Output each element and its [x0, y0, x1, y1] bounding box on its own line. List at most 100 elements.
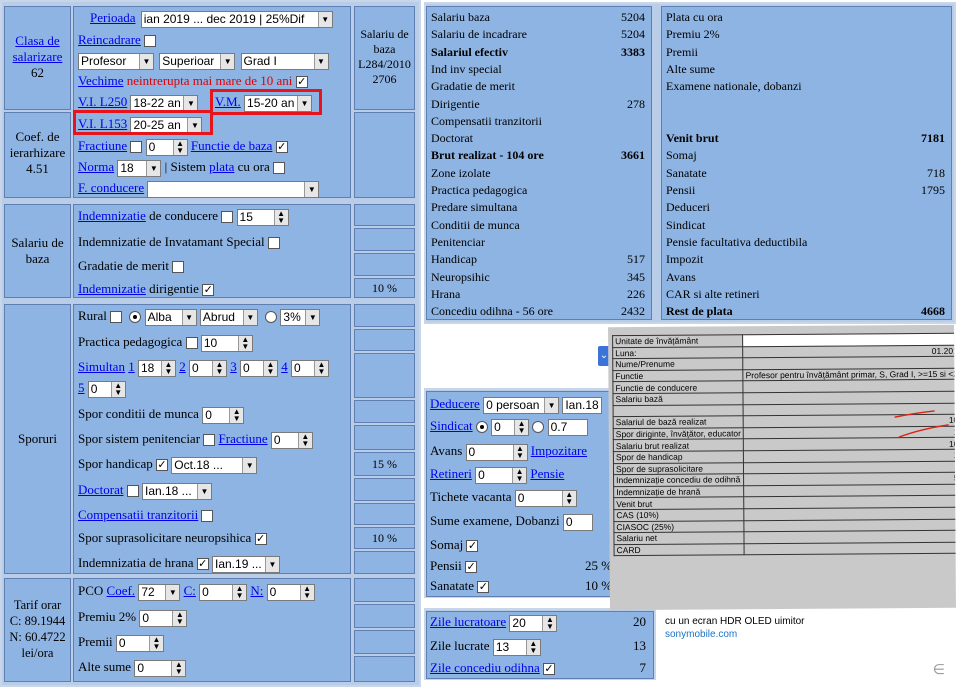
- sindicat-input[interactable]: 0 ▲ ▼: [491, 418, 530, 436]
- fractiune-input[interactable]: 0 ▲ ▼: [145, 138, 188, 156]
- spinner-icon[interactable]: ▲ ▼: [512, 467, 527, 483]
- spinner-icon[interactable]: ▲ ▼: [512, 444, 527, 460]
- spor-pen-fractiune-link[interactable]: Fractiune: [219, 431, 268, 446]
- ind-hrana-select[interactable]: Ian.19 ... ▼: [212, 555, 280, 573]
- spinner-icon[interactable]: ▲ ▼: [172, 139, 187, 155]
- localitate-select[interactable]: Abrud ▼: [199, 308, 258, 326]
- fractiune-checkbox[interactable]: [130, 141, 143, 154]
- ind-dirigentie-checkbox[interactable]: ✓: [202, 284, 215, 297]
- ind-hrana-checkbox[interactable]: ✓: [196, 558, 209, 571]
- simultan-4-input[interactable]: 0 ▲ ▼: [290, 359, 329, 377]
- procent-radio[interactable]: [265, 311, 278, 324]
- reincadrare-checkbox[interactable]: [144, 35, 157, 48]
- gradatie-checkbox[interactable]: [172, 261, 185, 274]
- spor-neuro-checkbox[interactable]: ✓: [254, 533, 267, 546]
- plata-link[interactable]: plata: [209, 159, 234, 174]
- procent-select[interactable]: 3% ▼: [280, 308, 321, 326]
- norma-link[interactable]: Norma: [78, 159, 114, 174]
- sindicat-link[interactable]: Sindicat: [430, 418, 473, 433]
- compensatii-link[interactable]: Compensatii tranzitorii: [78, 507, 198, 522]
- spinner-icon[interactable]: ▲ ▼: [172, 610, 187, 626]
- n-link[interactable]: N:: [250, 583, 263, 598]
- reincadrare-link[interactable]: Reincadrare: [78, 32, 141, 47]
- spinner-icon[interactable]: ▲ ▼: [273, 209, 288, 225]
- spinner-icon[interactable]: ▲ ▼: [542, 615, 557, 631]
- spinner-icon[interactable]: ▲ ▼: [237, 335, 252, 351]
- nivel-select[interactable]: Superioar ▼: [159, 52, 236, 70]
- norma-select[interactable]: 18 ▼: [117, 159, 162, 177]
- spor-handicap-checkbox[interactable]: ✓: [155, 459, 168, 472]
- spinner-icon[interactable]: ▲ ▼: [299, 584, 314, 600]
- indemnizatie-dirigentie-link[interactable]: Indemnizatie: [78, 281, 146, 296]
- rural-checkbox[interactable]: [110, 311, 123, 324]
- simultan-1-input[interactable]: 18 ▲ ▼: [137, 359, 176, 377]
- perioada-select[interactable]: ian 2019 ... dec 2019 | 25%Dif ▼: [140, 10, 333, 28]
- compensatii-checkbox[interactable]: [201, 510, 214, 523]
- spinner-icon[interactable]: ▲ ▼: [313, 360, 328, 376]
- fractiune-link[interactable]: Fractiune: [78, 138, 127, 153]
- ad-info-icon[interactable]: ∈: [933, 661, 945, 678]
- spinner-icon[interactable]: ▲ ▼: [297, 432, 312, 448]
- f-conducere-link[interactable]: F. conducere: [78, 180, 144, 195]
- ind-special-checkbox[interactable]: [267, 237, 280, 250]
- simultan-5-link[interactable]: 5: [78, 380, 85, 395]
- coef-select[interactable]: 72 ▼: [138, 583, 181, 601]
- ind-conducere-checkbox[interactable]: [221, 211, 234, 224]
- simultan-3-link[interactable]: 3: [230, 359, 237, 374]
- spinner-icon[interactable]: ▲ ▼: [561, 490, 576, 506]
- sindicat-radio-1[interactable]: [475, 421, 488, 434]
- spor-handicap-select[interactable]: Oct.18 ... ▼: [171, 456, 258, 474]
- ind-conducere-input[interactable]: 15 ▲ ▼: [236, 208, 289, 226]
- simultan-2-input[interactable]: 0 ▲ ▼: [188, 359, 227, 377]
- premiu2-input[interactable]: 0 ▲ ▼: [139, 609, 188, 627]
- doctorat-link[interactable]: Doctorat: [78, 482, 123, 497]
- functie-baza-link[interactable]: Functie de baza: [191, 138, 273, 153]
- impozitare-link[interactable]: Impozitare: [531, 443, 587, 458]
- zile-lucrate-input[interactable]: 13 ▲ ▼: [492, 638, 541, 656]
- simultan-5-input[interactable]: 0 ▲ ▼: [87, 380, 126, 398]
- spinner-icon[interactable]: ▲ ▼: [232, 584, 247, 600]
- avans-input[interactable]: 0 ▲ ▼: [465, 443, 528, 461]
- functie-select[interactable]: Profesor ▼: [78, 52, 154, 70]
- functie-baza-checkbox[interactable]: ✓: [275, 141, 288, 154]
- indemnizatie-conducere-link[interactable]: Indemnizatie: [78, 208, 146, 223]
- alte-sume-input[interactable]: 0 ▲ ▼: [134, 659, 187, 677]
- ad-domain[interactable]: sonymobile.com: [665, 629, 737, 640]
- vi-l250-select[interactable]: 18-22 an ▼: [130, 94, 199, 112]
- vi-l250-link[interactable]: V.I. L250: [78, 94, 127, 109]
- f-conducere-select[interactable]: ▼: [147, 180, 320, 198]
- pensie-link[interactable]: Pensie: [530, 466, 564, 481]
- premii-input[interactable]: 0 ▲ ▼: [115, 634, 164, 652]
- retineri-link[interactable]: Retineri: [430, 466, 472, 481]
- doctorat-checkbox[interactable]: [126, 485, 139, 498]
- vechime-checkbox[interactable]: ✓: [295, 76, 308, 89]
- sanatate-checkbox[interactable]: ✓: [477, 581, 490, 594]
- spinner-icon[interactable]: ▲ ▼: [229, 407, 244, 423]
- spinner-icon[interactable]: ▲ ▼: [514, 419, 529, 435]
- spor-munca-input[interactable]: 0 ▲ ▼: [202, 406, 245, 424]
- deducere-luna-select[interactable]: Ian.18: [562, 396, 603, 414]
- zile-concediu-link[interactable]: Zile concediu odihna: [430, 660, 540, 675]
- zile-concediu-checkbox[interactable]: ✓: [543, 663, 555, 676]
- sindicat-radio-2[interactable]: [532, 421, 545, 434]
- spinner-icon[interactable]: ▲ ▼: [211, 360, 226, 376]
- practica-checkbox[interactable]: [185, 337, 198, 350]
- clasa-salarizare-link[interactable]: Clasa de salarizare: [13, 33, 63, 64]
- coef-link[interactable]: Coef.: [107, 583, 136, 598]
- spinner-icon[interactable]: ▲ ▼: [160, 360, 175, 376]
- zile-lucratoare-link[interactable]: Zile lucratoare: [430, 614, 506, 629]
- zile-lucratoare-input[interactable]: 20 ▲ ▼: [509, 614, 558, 632]
- simultan-1-link[interactable]: 1: [128, 359, 135, 374]
- judet-select[interactable]: Alba ▼: [144, 308, 197, 326]
- spinner-icon[interactable]: ▲ ▼: [148, 635, 163, 651]
- c-input[interactable]: 0 ▲ ▼: [199, 583, 248, 601]
- retineri-input[interactable]: 0 ▲ ▼: [475, 466, 528, 484]
- somaj-checkbox[interactable]: ✓: [466, 540, 479, 553]
- ad-banner[interactable]: cu un ecran HDR OLED uimitor sonymobile.…: [659, 612, 955, 684]
- sume-examene-input[interactable]: 0: [562, 513, 593, 531]
- doctorat-select[interactable]: Ian.18 ... ▼: [141, 482, 212, 500]
- perioada-link[interactable]: Perioada: [90, 10, 135, 25]
- n-input[interactable]: 0 ▲ ▼: [266, 583, 315, 601]
- spor-pen-input[interactable]: 0 ▲ ▼: [270, 431, 313, 449]
- judet-radio[interactable]: [129, 311, 142, 324]
